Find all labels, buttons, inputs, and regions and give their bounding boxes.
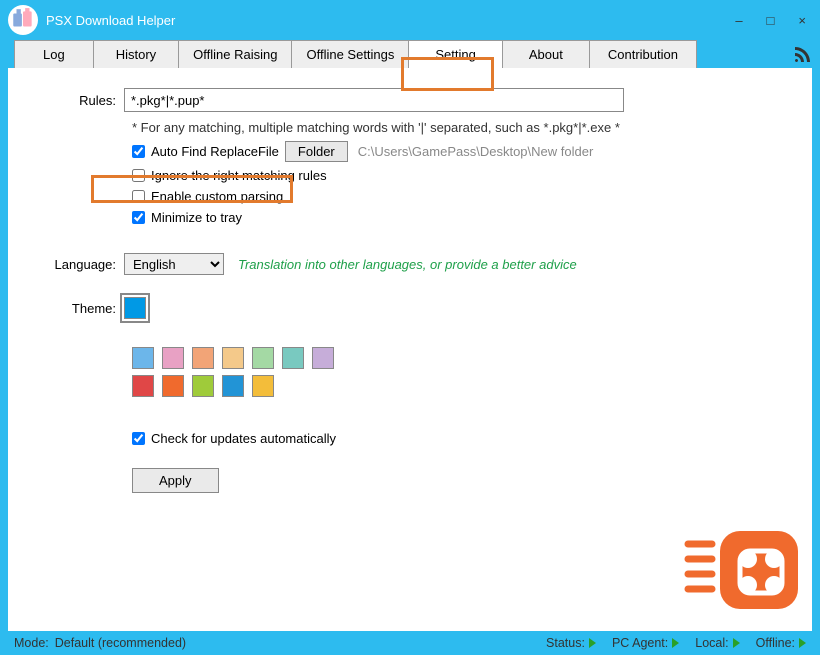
offline-label: Offline: xyxy=(756,636,795,650)
theme-current-swatch[interactable] xyxy=(124,297,146,319)
content-panel: Rules: * For any matching, multiple matc… xyxy=(8,68,812,631)
ignore-checkbox[interactable] xyxy=(132,169,145,182)
apply-button[interactable]: Apply xyxy=(132,468,219,493)
play-icon[interactable] xyxy=(589,638,596,648)
updates-label: Check for updates automatically xyxy=(151,431,336,446)
rules-hint: * For any matching, multiple matching wo… xyxy=(132,120,772,135)
autofind-row: Auto Find ReplaceFile Folder C:\Users\Ga… xyxy=(132,141,772,162)
tab-strip: Log History Offline Raising Offline Sett… xyxy=(0,40,820,68)
tab-contribution[interactable]: Contribution xyxy=(589,40,697,68)
tab-about[interactable]: About xyxy=(502,40,590,68)
theme-swatch[interactable] xyxy=(222,347,244,369)
tab-log[interactable]: Log xyxy=(14,40,94,68)
window-controls: – □ × xyxy=(729,13,812,28)
theme-swatch[interactable] xyxy=(252,375,274,397)
autofind-label: Auto Find ReplaceFile xyxy=(151,144,279,159)
tab-offline-settings[interactable]: Offline Settings xyxy=(291,40,409,68)
language-select[interactable]: English xyxy=(124,253,224,275)
ignore-label: Ignore the right matching rules xyxy=(151,168,327,183)
app-icon xyxy=(8,5,38,35)
theme-swatch[interactable] xyxy=(162,347,184,369)
play-icon[interactable] xyxy=(733,638,740,648)
custom-checkbox[interactable] xyxy=(132,190,145,203)
theme-swatch[interactable] xyxy=(192,347,214,369)
play-icon[interactable] xyxy=(799,638,806,648)
mode-label: Mode: xyxy=(14,636,49,650)
maximize-button[interactable]: □ xyxy=(761,13,781,28)
folder-path: C:\Users\GamePass\Desktop\New folder xyxy=(358,144,594,159)
titlebar: PSX Download Helper – □ × xyxy=(0,0,820,40)
theme-swatch[interactable] xyxy=(252,347,274,369)
language-label: Language: xyxy=(48,257,124,272)
theme-swatch[interactable] xyxy=(162,375,184,397)
theme-swatch[interactable] xyxy=(282,347,304,369)
mode-value: Default (recommended) xyxy=(55,636,186,650)
tab-setting[interactable]: Setting xyxy=(408,40,502,68)
custom-row: Enable custom parsing xyxy=(132,189,772,204)
tab-history[interactable]: History xyxy=(93,40,179,68)
statusbar: Mode: Default (recommended) Status: PC A… xyxy=(0,631,820,655)
theme-swatch[interactable] xyxy=(132,347,154,369)
window-title: PSX Download Helper xyxy=(46,13,729,28)
theme-swatch[interactable] xyxy=(222,375,244,397)
language-hint: Translation into other languages, or pro… xyxy=(238,257,577,272)
ignore-row: Ignore the right matching rules xyxy=(132,168,772,183)
minimize-label: Minimize to tray xyxy=(151,210,242,225)
rules-label: Rules: xyxy=(48,93,124,108)
status-label: Status: xyxy=(546,636,585,650)
tab-offline-raising[interactable]: Offline Raising xyxy=(178,40,292,68)
app-window: PSX Download Helper – □ × Log History Of… xyxy=(0,0,820,655)
play-icon[interactable] xyxy=(672,638,679,648)
close-button[interactable]: × xyxy=(792,13,812,28)
minimize-checkbox[interactable] xyxy=(132,211,145,224)
theme-swatch[interactable] xyxy=(192,375,214,397)
theme-label: Theme: xyxy=(48,301,124,316)
theme-swatch-grid xyxy=(132,347,772,397)
minimize-row: Minimize to tray xyxy=(132,210,772,225)
pcagent-label: PC Agent: xyxy=(612,636,668,650)
updates-checkbox[interactable] xyxy=(132,432,145,445)
rss-icon[interactable] xyxy=(792,44,810,67)
custom-label: Enable custom parsing xyxy=(151,189,283,204)
folder-button[interactable]: Folder xyxy=(285,141,348,162)
theme-swatch[interactable] xyxy=(312,347,334,369)
minimize-button[interactable]: – xyxy=(729,13,748,28)
rules-input[interactable] xyxy=(124,88,624,112)
local-label: Local: xyxy=(695,636,728,650)
theme-swatch[interactable] xyxy=(132,375,154,397)
autofind-checkbox[interactable] xyxy=(132,145,145,158)
